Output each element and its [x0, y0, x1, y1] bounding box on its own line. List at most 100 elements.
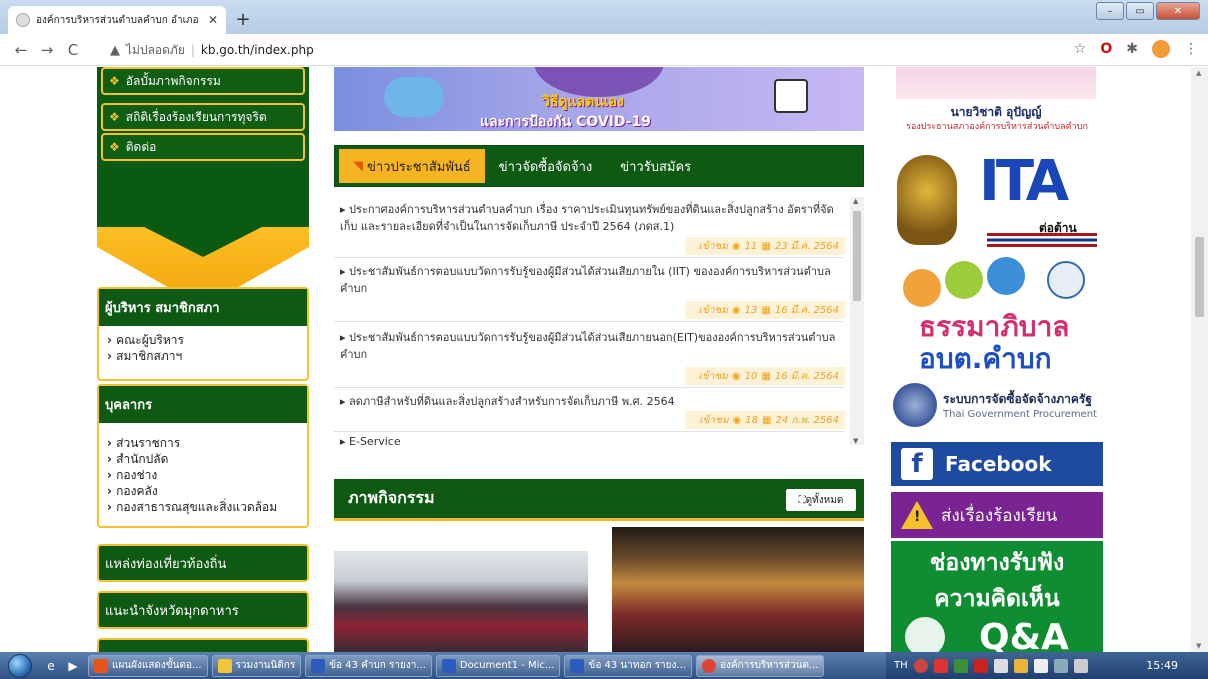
network-icon[interactable] [1053, 658, 1068, 673]
calendar-icon: ▦ [761, 304, 771, 316]
taskbar-button[interactable]: ข้อ 43 คำบก รายงา... [305, 654, 432, 677]
eye-icon: ◉ [731, 240, 741, 252]
clock[interactable]: 15:49 [1146, 659, 1178, 672]
news-item[interactable]: ประกาศองค์การบริหารส่วนตำบลคำบก เรื่อง ร… [334, 201, 851, 235]
news-item[interactable]: ประชาสัมพันธ์การตอบแบบวัดการรับรู้ของผู้… [334, 263, 851, 297]
views-label: เข้าชม [698, 240, 728, 252]
browser-menu-icon[interactable]: ⋮ [1184, 41, 1198, 57]
menu-item-contact[interactable]: ❖ ติดต่อ [101, 133, 305, 161]
forward-icon[interactable]: → [34, 41, 60, 59]
feedback-line-2: ความคิดเห็น [934, 586, 1060, 612]
local-seal-icon [1047, 261, 1085, 299]
page-scrollbar[interactable]: ▲ ▼ [1191, 67, 1208, 652]
personnel-title: บุคลากร [99, 386, 307, 423]
eye-icon: ◉ [732, 414, 742, 426]
view-all-button[interactable]: ⛶ ดูทั้งหมด [786, 489, 856, 511]
reload-icon[interactable]: C [60, 41, 86, 59]
news-headline[interactable]: ลดภาษีสำหรับที่ดินและสิ่งปลูกสร้างสำหรับ… [340, 393, 843, 410]
minimize-button[interactable]: – [1096, 2, 1124, 20]
covid-banner[interactable]: วิธีดูแลตนเอง และการป้องกัน COVID-19 [334, 67, 864, 131]
facebook-button[interactable]: f Facebook [891, 442, 1103, 486]
phone-icon [905, 617, 945, 652]
executives-link[interactable]: คณะผู้บริหาร [107, 332, 299, 348]
activity-photo[interactable] [612, 527, 864, 652]
news-list: ประกาศองค์การบริหารส่วนตำบลคำบก เรื่อง ร… [334, 197, 851, 445]
page-scroll-thumb[interactable] [1195, 237, 1204, 317]
taskbar-button[interactable]: ข้อ 43 นาทอก รายง... [564, 654, 692, 677]
flag-icon[interactable] [1033, 658, 1048, 673]
taskbar-button-label: องค์การบริหารส่วนต... [719, 660, 819, 671]
personnel-link[interactable]: สำนักปลัด [107, 451, 299, 467]
news-item[interactable]: E-Service [334, 433, 851, 445]
close-window-button[interactable]: ✕ [1156, 2, 1200, 20]
not-secure-warning-icon[interactable]: ▲ [110, 43, 120, 58]
url-text[interactable]: kb.go.th/index.php [201, 43, 314, 57]
menu-item-photo-album[interactable]: ❖ อัลบั้มภาพกิจกรรม [101, 67, 305, 95]
start-button[interactable] [0, 652, 40, 679]
local-tourism-button[interactable]: แหล่งท่องเที่ยวท้องถิ่น [97, 544, 309, 582]
scroll-up-arrow-icon[interactable]: ▲ [853, 197, 858, 205]
personnel-link[interactable]: ส่วนราชการ [107, 435, 299, 451]
address-bar[interactable]: ▲ ไม่ปลอดภัย | kb.go.th/index.php [110, 38, 1150, 62]
tab-procurement[interactable]: ข่าวจัดซื้อจัดจ้าง [485, 146, 607, 186]
maximize-button[interactable]: ▭ [1126, 2, 1154, 20]
tray-app-icon[interactable] [993, 658, 1008, 673]
news-divider [334, 431, 844, 432]
news-headline[interactable]: ประชาสัมพันธ์การตอบแบบวัดการรับรู้ของผู้… [340, 329, 843, 363]
personnel-link[interactable]: กองสาธารณสุขและสิ่งแวดล้อม [107, 499, 299, 515]
opera-extension-icon[interactable]: O [1100, 41, 1112, 57]
news-divider [334, 321, 844, 322]
scroll-down-arrow-icon[interactable]: ▼ [1196, 642, 1201, 650]
tab-recruitment[interactable]: ข่าวรับสมัคร [606, 146, 705, 186]
news-headline[interactable]: ประชาสัมพันธ์การตอบแบบวัดการรับรู้ของผู้… [340, 263, 843, 297]
news-item[interactable]: ลดภาษีสำหรับที่ดินและสิ่งปลูกสร้างสำหรับ… [334, 393, 851, 410]
council-link[interactable]: สมาชิกสภาฯ [107, 348, 299, 364]
tray-app-icon[interactable] [933, 658, 948, 673]
handwashing-illustration [384, 77, 444, 117]
complaint-button[interactable]: ! ส่งเรื่องร้องเรียน [891, 492, 1103, 538]
tray-app-icon[interactable] [1013, 658, 1028, 673]
news-headline[interactable]: ประกาศองค์การบริหารส่วนตำบลคำบก เรื่อง ร… [340, 201, 843, 235]
tray-app-icon[interactable] [973, 658, 988, 673]
feedback-channel-button[interactable]: ช่องทางรับฟัง ความคิดเห็น Q&A [891, 541, 1103, 652]
scroll-up-arrow-icon[interactable]: ▲ [1196, 69, 1201, 77]
taskbar-button-active[interactable]: องค์การบริหารส่วนต... [695, 654, 825, 677]
media-player-quicklaunch-icon[interactable]: ▶ [62, 652, 84, 679]
personnel-link[interactable]: กองช่าง [107, 467, 299, 483]
views-label: เข้าชม [699, 414, 729, 426]
tray-app-icon[interactable] [913, 658, 928, 673]
taskbar-button[interactable]: รวมงานนิติกร [211, 654, 302, 677]
mukdahan-guide-button[interactable]: แนะนำจังหวัดมุกดาหาร [97, 591, 309, 629]
taskbar-button-label: รวมงานนิติกร [235, 660, 296, 671]
news-headline[interactable]: E-Service [340, 433, 843, 445]
bookmark-star-icon[interactable]: ☆ [1074, 41, 1087, 57]
new-tab-button[interactable]: + [232, 8, 254, 30]
taskbar-button[interactable]: Document1 - Mic... [435, 654, 561, 677]
news-item[interactable]: ประชาสัมพันธ์การตอบแบบวัดการรับรู้ของผู้… [334, 329, 851, 363]
scroll-down-arrow-icon[interactable]: ▼ [853, 437, 858, 445]
profile-avatar[interactable] [1152, 40, 1170, 58]
menu-item-corruption-stats[interactable]: ❖ สถิติเรื่องร้องเรียนการทุจริต [101, 103, 305, 131]
activity-photo[interactable] [334, 551, 588, 652]
tab-public-relations[interactable]: ◥ ข่าวประชาสัมพันธ์ [339, 149, 485, 183]
good-governance-subtitle: อบต.คำบก [919, 342, 1052, 375]
tray-app-icon[interactable] [953, 658, 968, 673]
view-all-label: ดูทั้งหมด [805, 494, 844, 506]
ita-banner[interactable]: ITA ต่อต้าน [897, 149, 1102, 259]
tab-close-icon[interactable]: ✕ [208, 13, 218, 27]
language-indicator[interactable]: TH [894, 660, 908, 671]
taskbar-button[interactable]: แผนผังแสดงขั้นตอ... [88, 654, 208, 677]
ie-quicklaunch-icon[interactable]: e [40, 652, 62, 679]
back-icon[interactable]: ← [8, 41, 34, 59]
personnel-link[interactable]: กองคลัง [107, 483, 299, 499]
governance-bubble-icon [903, 269, 941, 307]
egp-link[interactable]: ระบบการจัดซื้อจัดจ้างภาครัฐ Thai Governm… [893, 383, 1105, 427]
good-governance-banner[interactable]: ธรรมาภิบาล อบต.คำบก [895, 257, 1105, 375]
news-scrollbar[interactable]: ▲ ▼ [850, 197, 864, 445]
window-controls: – ▭ ✕ [1096, 2, 1200, 20]
browser-tab[interactable]: องค์การบริหารส่วนตำบลคำบก อำเภอ ✕ [8, 6, 226, 34]
side-button-partial[interactable] [97, 638, 309, 652]
extensions-puzzle-icon[interactable]: ✱ [1126, 41, 1138, 57]
news-scroll-thumb[interactable] [853, 211, 861, 301]
volume-icon[interactable] [1073, 658, 1088, 673]
